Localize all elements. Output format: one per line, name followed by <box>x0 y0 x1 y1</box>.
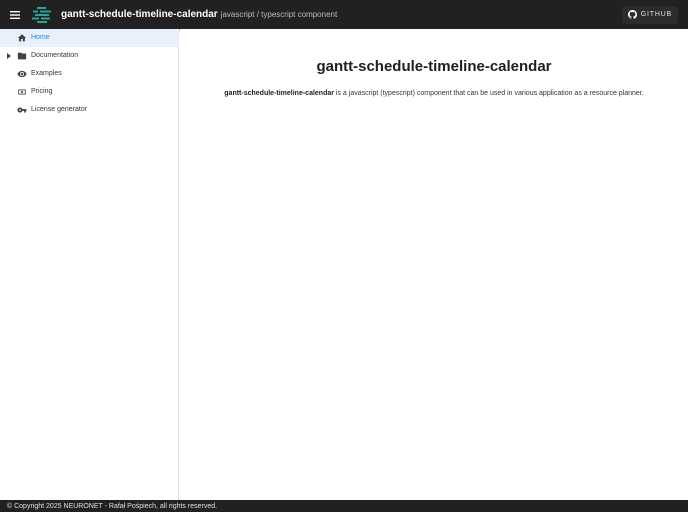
footer: © Copyright 2025 NEURONET - Rafał Pośpie… <box>0 500 688 512</box>
description-text: is a javascript (typescript) component t… <box>333 90 644 97</box>
gantt-logo-icon <box>32 6 51 23</box>
app-subtitle: javascript / typescript component <box>220 10 338 19</box>
key-icon <box>17 105 27 115</box>
cash-icon <box>17 87 27 97</box>
top-app-bar: gantt-schedule-timeline-calendar javascr… <box>0 0 688 29</box>
eye-icon <box>17 69 27 79</box>
main-content: gantt-schedule-timeline-calendar gantt-s… <box>180 29 688 500</box>
caret-right-icon[interactable] <box>6 52 12 60</box>
sidebar-item-examples[interactable]: Examples <box>0 65 179 83</box>
github-label: GITHUB <box>640 11 672 18</box>
sidebar-item-pricing[interactable]: Pricing <box>0 83 179 101</box>
home-icon <box>17 33 27 43</box>
github-button[interactable]: GITHUB <box>621 5 678 24</box>
sidebar-item-label: License generator <box>31 106 88 113</box>
sidebar-item-license-generator[interactable]: License generator <box>0 101 179 119</box>
app-title[interactable]: gantt-schedule-timeline-calendar <box>61 9 218 20</box>
sidebar-item-label: Examples <box>31 70 62 77</box>
sidebar-item-label: Home <box>31 34 50 41</box>
menu-button[interactable] <box>3 3 27 27</box>
copyright-text: © Copyright 2025 NEURONET - Rafał Pośpie… <box>7 502 218 510</box>
folder-icon <box>17 51 27 61</box>
sidebar-item-home[interactable]: Home <box>0 29 179 47</box>
menu-icon <box>10 10 20 19</box>
sidebar: Home Documentation Examples Pricing Lice… <box>0 29 179 500</box>
page-title: gantt-schedule-timeline-calendar <box>316 58 552 75</box>
page-description: gantt-schedule-timeline-calendar is a ja… <box>180 90 688 97</box>
sidebar-item-documentation[interactable]: Documentation <box>0 47 179 65</box>
sidebar-item-label: Documentation <box>31 52 79 59</box>
github-icon <box>627 10 637 19</box>
description-strong: gantt-schedule-timeline-calendar <box>224 90 334 97</box>
sidebar-item-label: Pricing <box>31 88 53 95</box>
